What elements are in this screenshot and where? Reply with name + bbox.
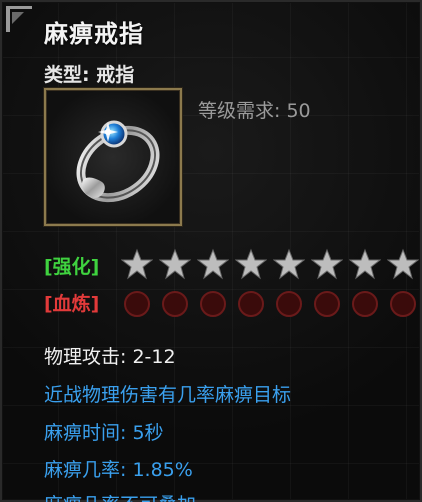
item-icon-frame <box>44 88 182 226</box>
item-type: 类型: 戒指 <box>44 64 135 86</box>
blood-slot-icon <box>390 291 416 317</box>
item-name: 麻痹戒指 <box>44 20 144 48</box>
enhance-label: [强化] <box>44 256 100 278</box>
blood-slot-icon <box>200 291 226 317</box>
enhance-star-icon <box>197 248 229 280</box>
enhance-star-icon <box>387 248 419 280</box>
effect-line-3: 麻痹几率: 1.85% <box>44 459 193 481</box>
physical-attack: 物理攻击: 2-12 <box>44 346 176 368</box>
blood-slot-icon <box>238 291 264 317</box>
silver-ring-with-blue-gem-icon <box>76 120 160 203</box>
enhance-star-icon <box>235 248 267 280</box>
effect-line-1: 近战物理伤害有几率麻痹目标 <box>44 384 292 406</box>
enhance-star-icon <box>311 248 343 280</box>
blood-refine-label: [血炼] <box>44 293 100 315</box>
enhance-star-icon <box>159 248 191 280</box>
blood-slot-icon <box>162 291 188 317</box>
blood-slot-icon <box>124 291 150 317</box>
blood-slot-icon <box>352 291 378 317</box>
level-requirement: 等级需求: 50 <box>198 100 311 122</box>
effect-line-4: 麻痹几率不可叠加 <box>44 490 196 502</box>
enhance-star-icon <box>121 248 153 280</box>
blood-slot-icon <box>276 291 302 317</box>
corner-ornament-icon <box>6 6 32 32</box>
enhance-star-icon <box>273 248 305 280</box>
enhance-star-icon <box>349 248 381 280</box>
blood-slot-icon <box>314 291 340 317</box>
item-tooltip: 麻痹戒指 类型: 戒指 等级需求: 50 [强化] [血炼] 物理攻击: 2-1… <box>0 0 422 502</box>
effect-line-2: 麻痹时间: 5秒 <box>44 422 164 444</box>
